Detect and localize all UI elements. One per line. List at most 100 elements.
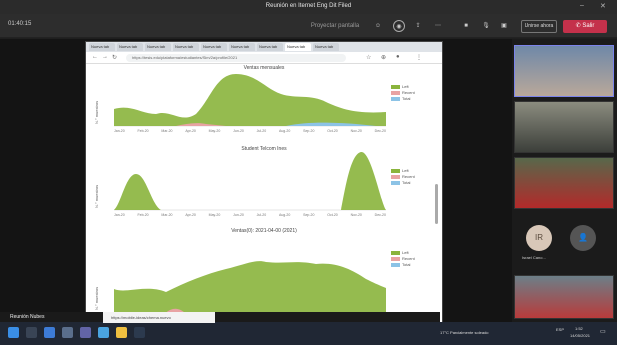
browser-tab[interactable]: Nueva tab (285, 43, 311, 51)
meeting-timer: 01:40:15 (8, 21, 32, 27)
taskbar-search-input[interactable]: https://mobile-ideas/chema.nuevo (103, 312, 215, 323)
legend-item: Total (402, 180, 411, 185)
join-now-button[interactable]: Unirse ahora (521, 20, 557, 33)
mic-icon[interactable]: 🎙 (480, 20, 492, 32)
webpage-content: Ventas mensuales N.° muestras Left Recen… (86, 64, 442, 324)
chart-3-legend: Left Recent Total (391, 250, 415, 268)
url-input[interactable]: https://tesis.edu/plataforma/estudiantes… (126, 54, 346, 62)
chart-1-legend: Left Recent Total (391, 84, 415, 102)
legend-item: Left (402, 168, 409, 173)
browser-tab[interactable]: Nueva tab (117, 43, 143, 51)
clock-time[interactable]: 1:52 (575, 326, 583, 331)
x-tick-label: Aug-20 (279, 213, 291, 217)
browser-tab[interactable]: Nueva tab (257, 43, 283, 51)
chart-1-ylabel: N.° muestras (94, 100, 99, 124)
x-tick-label: Apr-20 (185, 213, 196, 217)
chart-2-x-ticks: Jan-20 Feb-20 Mar-20 Apr-20 May-20 Jun-20 Jul-… (114, 213, 386, 217)
x-tick-label: Oct-20 (327, 213, 338, 217)
legend-item: Recent (402, 256, 415, 261)
participant-avatar[interactable]: IR (526, 225, 552, 251)
legend-item: Left (402, 84, 409, 89)
leave-button[interactable]: ✆ Salir (563, 20, 607, 33)
menu-icon[interactable]: ⋮ (416, 54, 422, 61)
profile-icon[interactable]: ● (396, 54, 400, 60)
browser-tab[interactable]: Nueva tab (201, 43, 227, 51)
clock-date: 14/05/2021 (570, 333, 591, 338)
search-icon[interactable] (26, 327, 37, 338)
browser-tab[interactable]: Nueva tab (229, 43, 255, 51)
x-tick-label: May-20 (208, 129, 221, 133)
chart-3-ylabel: N.° muestras (94, 286, 99, 310)
share-screen-button[interactable]: Proyectar pantalla (300, 20, 370, 32)
x-tick-label: Jan-20 (114, 213, 125, 217)
forward-icon[interactable]: → (102, 54, 108, 60)
tray-language[interactable]: ESP (556, 327, 564, 332)
participants-icon[interactable]: ☺ (372, 20, 384, 32)
legend-item: Recent (402, 90, 415, 95)
x-tick-label: Mar-20 (161, 213, 173, 217)
x-tick-label: Jan-20 (114, 129, 125, 133)
x-tick-label: Jun-20 (233, 129, 244, 133)
x-tick-label: Feb-20 (137, 213, 149, 217)
x-tick-label: Nov-20 (350, 129, 362, 133)
browser-tab-strip: Nueva tab Nueva tab Nueva tab Nueva tab Nuev… (86, 42, 442, 52)
close-icon[interactable]: ✕ (600, 2, 606, 10)
minimize-icon[interactable]: – (580, 2, 584, 9)
participant-avatar[interactable]: 👤 (570, 225, 596, 251)
explorer-icon[interactable] (62, 327, 73, 338)
weather-widget[interactable]: 17°C Parcialmente soleado (440, 330, 489, 335)
window-title: Reunión en Iternet Eng Dit Filed (265, 3, 352, 9)
star-icon[interactable]: ☆ (366, 54, 371, 61)
notifications-icon[interactable]: ▭ (600, 328, 606, 335)
x-tick-label: Mar-20 (161, 129, 173, 133)
chart-1-x-ticks: Jan-20 Feb-20 Mar-20 Apr-20 May-20 Jun-20 Jul-… (114, 129, 386, 133)
browser-tab[interactable]: Nueva tab (145, 43, 171, 51)
share-tray-icon[interactable]: ⇪ (412, 20, 424, 32)
charts-canvas (114, 74, 386, 324)
windows-taskbar: 17°C Parcialmente soleado ESP 1:52 14/05… (0, 322, 617, 345)
edge-icon[interactable] (98, 327, 109, 338)
x-tick-label: Dec-20 (374, 213, 386, 217)
settings-icon[interactable] (134, 327, 145, 338)
page-scrollbar[interactable] (435, 184, 438, 224)
browser-tab[interactable]: Nueva tab (173, 43, 199, 51)
x-tick-label: May-20 (208, 213, 221, 217)
participant-video-tile[interactable] (514, 157, 614, 209)
window-titlebar: Reunión en Iternet Eng Dit Filed – ✕ (0, 0, 617, 14)
participant-video-tile[interactable] (514, 275, 614, 319)
x-tick-label: Jul-20 (256, 129, 267, 133)
chart-2-legend: Left Recent Total (391, 168, 415, 186)
camera-icon[interactable]: ■ (460, 20, 472, 32)
reload-icon[interactable]: ↻ (112, 54, 117, 61)
chart-1-series-green (114, 74, 386, 126)
legend-item: Total (402, 96, 411, 101)
x-tick-label: Sep-20 (303, 129, 315, 133)
shared-browser-window: Nueva tab Nueva tab Nueva tab Nueva tab Nuev… (85, 41, 443, 324)
participant-video-tile[interactable] (514, 45, 614, 97)
chrome-icon[interactable] (116, 327, 127, 338)
task-view-icon[interactable] (44, 327, 55, 338)
start-icon[interactable] (8, 327, 19, 338)
participant-name: Israel Cano... (522, 255, 546, 260)
extensions-icon[interactable]: ⊕ (381, 54, 386, 61)
x-tick-label: Jun-20 (233, 213, 244, 217)
x-tick-label: Feb-20 (137, 129, 149, 133)
browser-tab[interactable]: Nueva tab (89, 43, 115, 51)
leave-label: Salir (582, 23, 595, 29)
chart-2 (114, 151, 386, 211)
more-options-icon[interactable]: ⋯ (432, 20, 444, 32)
legend-item: Total (402, 262, 411, 267)
x-tick-label: Dec-20 (374, 129, 386, 133)
chart-2-ylabel: N.° muestras (94, 184, 99, 208)
teams-icon[interactable] (80, 327, 91, 338)
back-icon[interactable]: ← (92, 54, 98, 60)
participant-video-tile[interactable] (514, 101, 614, 153)
device-icon[interactable]: ▣ (498, 20, 510, 32)
chart-1-title: Ventas mensuales (243, 65, 285, 71)
chart-2-series-green (114, 151, 386, 210)
browser-tab[interactable]: Nueva tab (313, 43, 339, 51)
presenter-name: Reunión Nubes (10, 314, 45, 320)
chat-icon[interactable]: ◉ (393, 20, 405, 32)
x-tick-label: Sep-20 (303, 213, 315, 217)
x-tick-label: Apr-20 (185, 129, 196, 133)
